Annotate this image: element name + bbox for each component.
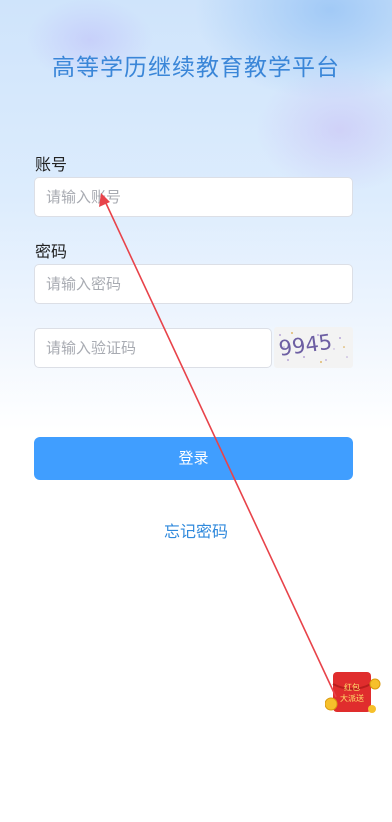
account-label: 账号 xyxy=(35,155,68,174)
account-input[interactable]: 请输入账号 xyxy=(34,177,353,217)
verification-code-placeholder: 请输入验证码 xyxy=(46,339,137,357)
captcha-graphic: 9945 xyxy=(277,330,348,363)
password-placeholder: 请输入密码 xyxy=(46,275,122,293)
captcha-text: 9945 xyxy=(277,330,333,361)
password-label: 密码 xyxy=(35,242,68,261)
page-title: 高等学历继续教育教学平台 xyxy=(52,55,340,81)
captcha-image[interactable]: 9945 xyxy=(274,327,353,368)
login-button[interactable]: 登录 xyxy=(34,437,353,480)
red-packet-promo[interactable]: 红包 大派送 xyxy=(324,668,381,718)
verification-code-input[interactable]: 请输入验证码 xyxy=(34,328,272,368)
forgot-password-link[interactable]: 忘记密码 xyxy=(0,518,392,542)
red-packet-icon: 红包 大派送 xyxy=(324,672,381,713)
password-input[interactable]: 请输入密码 xyxy=(34,264,353,304)
account-placeholder: 请输入账号 xyxy=(46,188,122,206)
red-packet-text-1: 红包 xyxy=(344,682,360,692)
red-packet-text-2: 大派送 xyxy=(340,693,364,703)
